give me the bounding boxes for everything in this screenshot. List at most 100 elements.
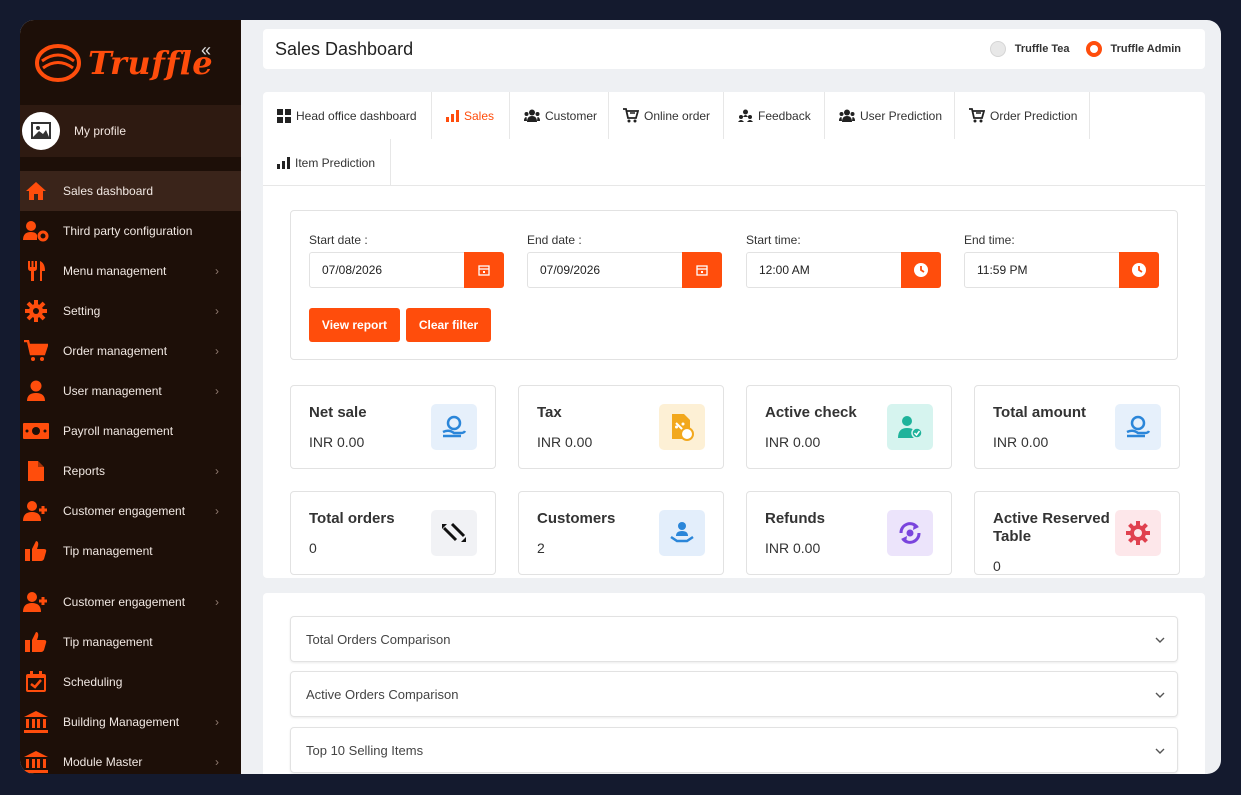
gear-icon <box>23 298 49 324</box>
sidebar-item-tip-management[interactable]: Tip management <box>20 622 241 662</box>
tab-label: Feedback <box>758 108 811 123</box>
double-chevron-left-icon[interactable]: « <box>201 40 211 61</box>
stat-title: Refunds <box>765 510 825 527</box>
end-date-input[interactable]: 07/09/2026 <box>527 252 722 288</box>
sidebar-item-tip-management[interactable]: Tip management <box>20 531 241 571</box>
calendar-icon[interactable] <box>682 252 722 288</box>
chevron-right-icon: › <box>215 264 219 278</box>
stat-card-active-reserved-table: Active Reserved Table 0 <box>974 491 1180 575</box>
my-profile-label: My profile <box>74 124 127 138</box>
users-cog-icon <box>23 218 49 244</box>
tab-sales[interactable]: Sales <box>432 92 510 139</box>
chevron-right-icon: › <box>215 464 219 478</box>
tab-customer[interactable]: Customer <box>510 92 609 139</box>
stat-value: INR 0.00 <box>765 434 821 450</box>
user-icon <box>23 378 49 404</box>
header-bar: Sales Dashboard Truffle Tea Truffle Admi… <box>263 29 1205 69</box>
stat-value: INR 0.00 <box>765 540 821 556</box>
sidebar-item-reports[interactable]: Reports › <box>20 451 241 491</box>
sidebar-item-label: Building Management <box>63 715 180 729</box>
stat-card-active-check: Active check INR 0.00 <box>746 385 952 469</box>
clear-filter-button[interactable]: Clear filter <box>406 308 491 342</box>
sidebar-item-label: Menu management <box>63 264 167 278</box>
tab-bar: Head office dashboard Sales Customer Onl… <box>263 92 1205 186</box>
stat-title: Active check <box>765 404 857 421</box>
money-bill-icon <box>23 418 49 444</box>
filter-panel: Start date : 07/08/2026 End date : 07/09… <box>290 210 1178 360</box>
chevron-right-icon: › <box>215 384 219 398</box>
tab-label: Item Prediction <box>295 155 376 170</box>
stat-card-total-amount: Total amount INR 0.00 <box>974 385 1180 469</box>
sidebar-item-label: Reports <box>63 464 106 478</box>
end-time-value: 11:59 PM <box>977 263 1028 277</box>
end-time-input[interactable]: 11:59 PM <box>964 252 1159 288</box>
building-columns-icon <box>23 709 49 735</box>
chevron-right-icon: › <box>215 595 219 609</box>
dashboard-card: Head office dashboard Sales Customer Onl… <box>263 92 1205 578</box>
sidebar-item-customer-engagement[interactable]: Customer engagement › <box>20 582 241 622</box>
main-content: Sales Dashboard Truffle Tea Truffle Admi… <box>241 20 1221 774</box>
users-icon <box>524 109 540 122</box>
start-time-input[interactable]: 12:00 AM <box>746 252 941 288</box>
accordion-title: Total Orders Comparison <box>306 631 451 647</box>
start-date-label: Start date : <box>309 233 368 247</box>
stat-value: INR 0.00 <box>309 434 365 450</box>
accordion-active-orders-comparison[interactable]: Active Orders Comparison <box>290 671 1178 717</box>
tab-feedback[interactable]: Feedback <box>724 92 825 139</box>
sidebar-item-payroll-management[interactable]: Payroll management <box>20 411 241 451</box>
accordion-total-orders-comparison[interactable]: Total Orders Comparison <box>290 616 1178 662</box>
chevron-down-icon <box>1155 687 1165 701</box>
app-window: Truffle « My profile Sales dashboard Thi… <box>20 20 1221 774</box>
chevron-right-icon: › <box>215 504 219 518</box>
calendar-icon[interactable] <box>464 252 504 288</box>
tab-order-prediction[interactable]: Order Prediction <box>955 92 1090 139</box>
end-date-value: 07/09/2026 <box>540 263 601 277</box>
calendar-check-icon <box>23 669 49 695</box>
accordion-top-10-selling-items[interactable]: Top 10 Selling Items <box>290 727 1178 773</box>
sidebar-item-setting[interactable]: Setting › <box>20 291 241 331</box>
stat-value: 0 <box>309 540 317 556</box>
view-report-button[interactable]: View report <box>309 308 400 342</box>
tab-label: Online order <box>644 108 711 123</box>
sidebar-item-third-party-configuration[interactable]: Third party configuration <box>20 211 241 251</box>
tab-head-office-dashboard[interactable]: Head office dashboard <box>263 92 432 139</box>
clock-icon[interactable] <box>1119 252 1159 288</box>
chevron-right-icon: › <box>215 715 219 729</box>
start-date-group: Start date : 07/08/2026 <box>309 231 504 288</box>
tab-item-prediction[interactable]: Item Prediction <box>263 139 391 186</box>
clock-icon[interactable] <box>901 252 941 288</box>
online-cart-icon <box>623 108 639 123</box>
customer-hand-icon <box>659 510 705 556</box>
sidebar-item-order-management[interactable]: Order management › <box>20 331 241 371</box>
sidebar-item-customer-engagement[interactable]: Customer engagement › <box>20 491 241 531</box>
shop-radio-truffle-admin[interactable] <box>1085 41 1102 57</box>
chevron-down-icon <box>1155 632 1165 646</box>
sidebar-item-module-master[interactable]: Module Master › <box>20 742 241 774</box>
start-date-input[interactable]: 07/08/2026 <box>309 252 504 288</box>
accordion-title: Top 10 Selling Items <box>306 742 424 758</box>
hand-coin-icon <box>1115 404 1161 450</box>
bar-chart-icon <box>446 109 459 122</box>
shop-radio-truffle-tea[interactable] <box>989 41 1006 57</box>
gear-badge-icon <box>1115 510 1161 556</box>
user-check-icon <box>887 404 933 450</box>
logo: Truffle « <box>20 20 241 105</box>
stat-title: Active Reserved Table <box>993 510 1110 545</box>
end-time-label: End time: <box>964 233 1015 247</box>
tab-online-order[interactable]: Online order <box>609 92 724 139</box>
accordion-title: Active Orders Comparison <box>306 686 459 702</box>
stat-title: Total amount <box>993 404 1087 421</box>
sidebar-item-label: Module Master <box>63 755 143 769</box>
tab-user-prediction[interactable]: User Prediction <box>825 92 955 139</box>
stat-card-tax: Tax INR 0.00 <box>518 385 724 469</box>
sidebar-item-sales-dashboard[interactable]: Sales dashboard <box>20 171 241 211</box>
chevron-down-icon <box>1155 743 1165 757</box>
cart-icon <box>23 338 49 364</box>
sidebar-item-building-management[interactable]: Building Management › <box>20 702 241 742</box>
sidebar-item-scheduling[interactable]: Scheduling <box>20 662 241 702</box>
sidebar-item-label: Customer engagement <box>63 504 186 518</box>
my-profile[interactable]: My profile <box>20 105 241 157</box>
sidebar-item-menu-management[interactable]: Menu management › <box>20 251 241 291</box>
stat-title: Net sale <box>309 404 367 421</box>
sidebar-item-user-management[interactable]: User management › <box>20 371 241 411</box>
